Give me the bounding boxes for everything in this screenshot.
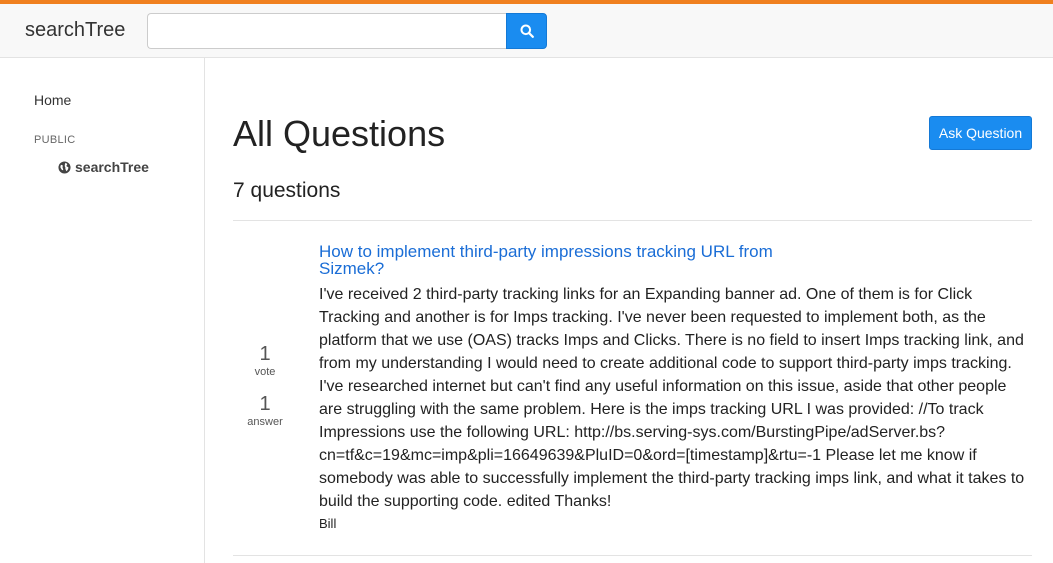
answer-count: 1: [259, 393, 271, 415]
question-row: 1 vote 1 answer How to implement third-p…: [233, 221, 1032, 555]
brand-logo[interactable]: searchTree: [25, 19, 125, 42]
vote-count: 1: [259, 343, 271, 365]
question-excerpt: I've received 2 third-party tracking lin…: [319, 286, 1025, 510]
answer-label: answer: [247, 416, 283, 428]
sidebar-item-label: searchTree: [75, 159, 149, 175]
question-stats: 1 vote 1 answer: [233, 221, 297, 555]
search-input[interactable]: [147, 13, 506, 49]
question-author[interactable]: Bill: [319, 516, 1032, 531]
answer-stat: 1 answer: [233, 393, 297, 429]
vote-stat: 1 vote: [233, 343, 297, 379]
vote-label: vote: [254, 366, 276, 378]
ask-question-button[interactable]: Ask Question: [929, 116, 1032, 150]
question-title-link[interactable]: How to implement third-party impressions…: [319, 243, 819, 277]
question-count: 7 questions: [233, 179, 341, 202]
sidebar-item-searchtree[interactable]: searchTree: [58, 159, 149, 175]
question-summary: How to implement third-party impressions…: [319, 243, 1032, 531]
page-title: All Questions: [233, 113, 446, 154]
search-button[interactable]: [506, 13, 547, 49]
globe-icon: [58, 160, 71, 174]
sidebar-item-home[interactable]: Home: [34, 92, 71, 108]
sidebar: Home PUBLIC searchTree: [0, 58, 205, 563]
sidebar-section-label: PUBLIC: [34, 134, 76, 146]
top-navbar: searchTree: [0, 0, 1053, 58]
magnifier-icon: [520, 24, 534, 38]
divider: [233, 555, 1032, 556]
